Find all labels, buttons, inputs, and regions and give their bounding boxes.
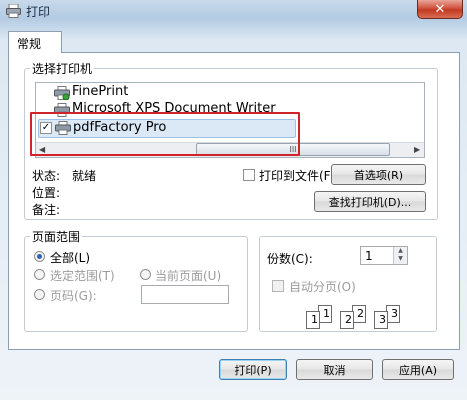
printer-icon xyxy=(54,86,70,101)
copies-value: 1 xyxy=(365,249,373,263)
spin-down-icon[interactable]: ▼ xyxy=(394,255,407,263)
all-label: 全部(L) xyxy=(50,251,91,265)
print-to-file-label: 打印到文件(F) xyxy=(259,169,336,183)
tab-general[interactable]: 常规 xyxy=(8,31,62,53)
copies-spinner[interactable]: ▲ ▼ xyxy=(393,247,407,264)
print-to-file-checkbox[interactable] xyxy=(243,169,255,181)
printer-icon xyxy=(6,3,21,18)
pages-input[interactable] xyxy=(141,285,229,304)
close-icon: ✕ xyxy=(434,1,446,17)
cancel-button[interactable]: 取消 xyxy=(296,359,373,380)
apply-button[interactable]: 应用(A) xyxy=(382,359,454,380)
window-title: 打印 xyxy=(26,5,51,19)
comment-label: 备注: xyxy=(32,203,61,217)
radio-current-page[interactable] xyxy=(140,269,151,280)
close-button[interactable]: ✕ xyxy=(417,0,463,19)
radio-all[interactable] xyxy=(34,251,45,262)
status-label: 状态: xyxy=(32,169,61,183)
preferences-button[interactable]: 首选项(R) xyxy=(331,164,426,185)
scroll-right-icon[interactable]: ▶ xyxy=(414,145,420,154)
page-range-title: 页面范围 xyxy=(30,228,83,245)
radio-selection[interactable] xyxy=(34,269,45,280)
select-printer-title: 选择打印机 xyxy=(30,60,95,77)
find-printer-button[interactable]: 查找打印机(D)... xyxy=(314,191,426,212)
copies-label: 份数(C): xyxy=(267,252,313,266)
radio-pages[interactable] xyxy=(34,289,45,300)
current-page-label: 当前页面(U) xyxy=(155,269,222,283)
title-bar xyxy=(0,0,467,22)
location-label: 位置: xyxy=(32,186,61,200)
spin-up-icon[interactable]: ▲ xyxy=(394,247,407,255)
collate-label: 自动分页(O) xyxy=(289,280,356,294)
collate-checkbox[interactable] xyxy=(272,280,284,292)
status-value: 就绪 xyxy=(72,169,97,183)
selection-label: 选定范围(T) xyxy=(50,269,115,283)
pages-label: 页码(G): xyxy=(50,289,97,303)
highlight-box xyxy=(30,112,300,156)
printer-item-fineprint[interactable]: FinePrint xyxy=(72,84,128,99)
print-button[interactable]: 打印(P) xyxy=(219,359,287,380)
